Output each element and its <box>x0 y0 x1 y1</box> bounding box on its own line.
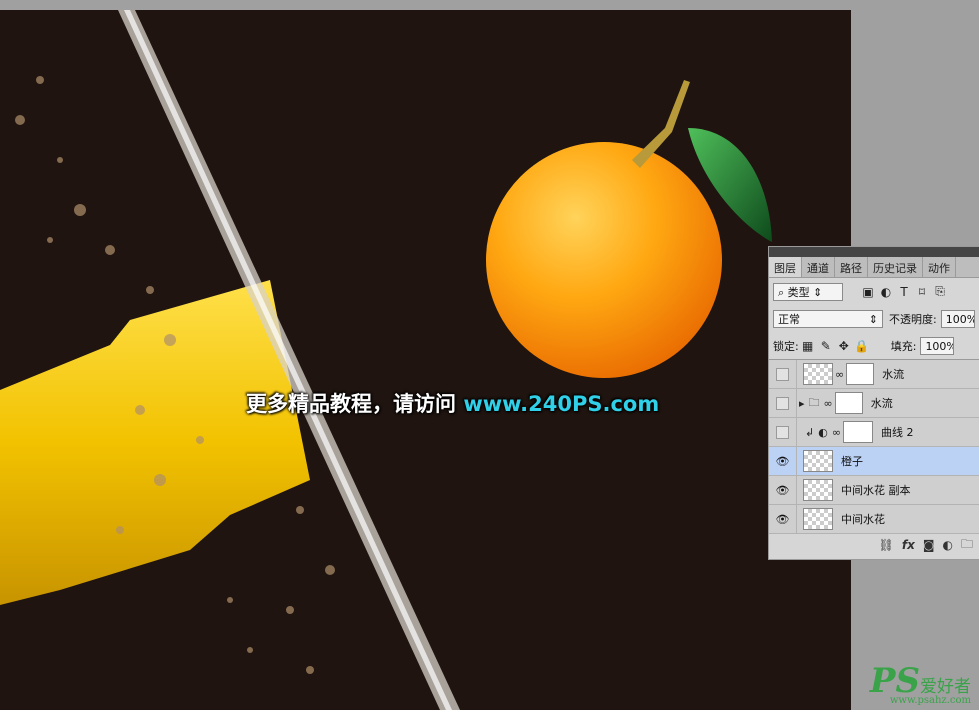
layer-row[interactable]: ↲ ◐ ∞ 曲线 2 <box>769 417 979 447</box>
visibility-toggle[interactable] <box>769 388 797 418</box>
tab-actions[interactable]: 动作 <box>923 257 956 277</box>
folder-icon: 🗀 <box>808 395 820 409</box>
expand-arrow-icon[interactable]: ▸ <box>799 397 805 410</box>
layer-row[interactable]: 👁 橙子 <box>769 446 979 476</box>
search-icon: ⌕ <box>778 285 785 299</box>
hidden-box <box>776 396 789 410</box>
document-canvas[interactable]: 更多精品教程，请访问 www.240PS.com <box>0 10 851 710</box>
layer-name: 曲线 2 <box>881 426 914 439</box>
shape-filter-icon[interactable]: ⌑ <box>913 285 931 299</box>
layer-thumbnail <box>803 363 833 385</box>
new-group-icon[interactable]: 🗀 <box>961 535 973 556</box>
layer-row[interactable]: ∞ 水流 <box>769 359 979 389</box>
filter-kind-label: 类型 <box>787 285 810 299</box>
layer-row[interactable]: ▸ 🗀 ∞ 水流 <box>769 388 979 418</box>
layer-name: 水流 <box>882 368 905 381</box>
tab-layers[interactable]: 图层 <box>769 257 802 277</box>
smart-filter-icon[interactable]: ⎘ <box>931 284 949 299</box>
type-filter-icon[interactable]: T <box>895 285 913 299</box>
lock-row: 锁定: ▦ ✎ ✥ 🔒 填充: 100% <box>769 332 979 359</box>
logo-cn: 爱好者 <box>920 677 971 697</box>
layer-thumbnail <box>803 508 833 530</box>
link-layers-icon[interactable]: ⛓ <box>879 538 894 552</box>
fill-label: 填充: <box>890 339 917 353</box>
watermark-text: 更多精品教程，请访问 www.240PS.com <box>246 388 659 418</box>
lock-position-icon[interactable]: ✥ <box>835 339 853 353</box>
adjustment-icon: ◐ <box>818 425 828 439</box>
visibility-toggle[interactable]: 👁 <box>769 446 797 476</box>
lock-label: 锁定: <box>773 339 799 353</box>
eye-icon: 👁 <box>775 512 790 526</box>
layers-list: ∞ 水流 ▸ 🗀 ∞ 水流 ↲ ◐ ∞ 曲线 2 👁 橙子 👁 中间水花 副本 … <box>769 359 979 534</box>
layer-row[interactable]: 👁 中间水花 <box>769 504 979 534</box>
layer-name: 橙子 <box>841 455 863 468</box>
layer-name: 水流 <box>870 397 893 410</box>
layer-thumbnail <box>803 450 833 472</box>
mask-thumbnail <box>834 392 863 414</box>
site-logo: PS爱好者 www.psahz.com <box>870 661 971 706</box>
tab-paths[interactable]: 路径 <box>835 257 868 277</box>
watermark-label: 更多精品教程，请访问 <box>246 392 464 416</box>
layer-name: 中间水花 副本 <box>841 484 911 497</box>
fx-button[interactable]: fx <box>902 538 915 552</box>
hidden-box <box>776 367 789 381</box>
link-icon: ∞ <box>823 396 833 410</box>
layer-name: 中间水花 <box>841 513 885 526</box>
visibility-toggle[interactable]: 👁 <box>769 475 797 505</box>
orange-stem <box>632 80 690 168</box>
blend-mode-select[interactable]: 正常 ⇕ <box>773 309 883 328</box>
lock-all-icon[interactable]: 🔒 <box>853 339 871 353</box>
adjustment-filter-icon[interactable]: ◐ <box>877 285 895 299</box>
visibility-toggle[interactable] <box>769 359 797 389</box>
layer-row[interactable]: 👁 中间水花 副本 <box>769 475 979 505</box>
mask-thumbnail <box>846 363 875 385</box>
panel-footer: ⛓ fx ◙ ◐ 🗀 <box>769 534 979 556</box>
opacity-label: 不透明度: <box>889 312 937 326</box>
fill-input[interactable]: 100% <box>920 336 955 355</box>
mask-thumbnail <box>843 421 873 443</box>
panel-tabs: 图层 通道 路径 历史记录 动作 <box>769 257 979 278</box>
orange-fruit <box>486 142 722 378</box>
new-adjustment-icon[interactable]: ◐ <box>943 538 953 552</box>
visibility-toggle[interactable] <box>769 417 797 447</box>
clip-arrow-icon: ↲ <box>805 425 815 439</box>
updown-icon: ⇕ <box>868 312 878 326</box>
lock-transparent-icon[interactable]: ▦ <box>799 339 817 353</box>
hidden-box <box>776 425 789 439</box>
tab-history[interactable]: 历史记录 <box>868 257 923 277</box>
updown-icon: ⇕ <box>813 285 823 299</box>
eye-icon: 👁 <box>775 454 790 468</box>
eye-icon: 👁 <box>775 483 790 497</box>
layers-panel: 图层 通道 路径 历史记录 动作 ⌕ 类型 ⇕ ▣ ◐ T ⌑ ⎘ 正常 ⇕ 不透… <box>768 246 979 560</box>
visibility-toggle[interactable]: 👁 <box>769 504 797 534</box>
artwork <box>0 10 772 710</box>
link-icon: ∞ <box>835 367 845 381</box>
layer-thumbnail <box>803 479 833 501</box>
image-filter-icon[interactable]: ▣ <box>859 285 877 299</box>
opacity-input[interactable]: 100% <box>940 309 975 328</box>
tab-channels[interactable]: 通道 <box>802 257 835 277</box>
lock-paint-icon[interactable]: ✎ <box>817 339 835 353</box>
filter-kind-select[interactable]: ⌕ 类型 ⇕ <box>773 282 843 301</box>
blend-row: 正常 ⇕ 不透明度: 100% <box>769 305 979 332</box>
link-icon: ∞ <box>831 425 841 439</box>
watermark-url: www.240PS.com <box>463 392 660 416</box>
mask-icon[interactable]: ◙ <box>923 538 935 552</box>
blend-mode-value: 正常 <box>778 312 800 326</box>
panel-header-bar[interactable] <box>769 247 979 257</box>
juice-bottle <box>0 280 310 605</box>
filter-row: ⌕ 类型 ⇕ ▣ ◐ T ⌑ ⎘ <box>769 278 979 305</box>
